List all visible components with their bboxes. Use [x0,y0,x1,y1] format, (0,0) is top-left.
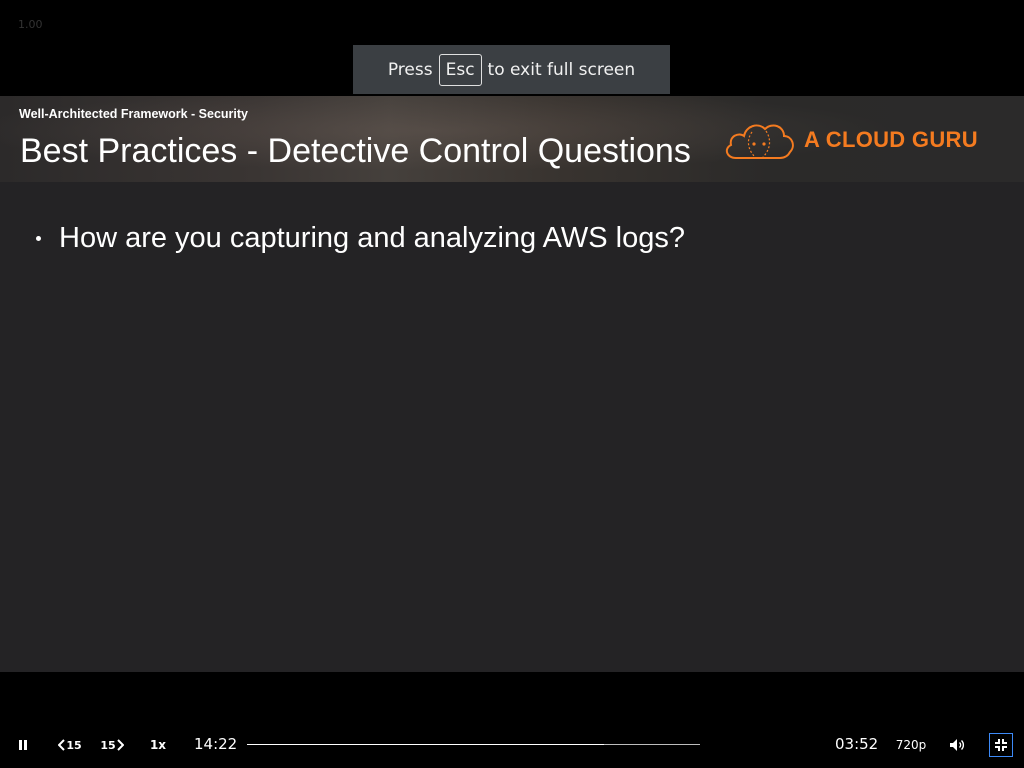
forward-15-button[interactable]: 15 [96,722,128,768]
rewind-15-icon [58,739,66,751]
forward-15-icon [116,739,124,751]
slide-bullet: How are you capturing and analyzing AWS … [36,222,685,255]
video-frame[interactable]: Well-Architected Framework - Security Be… [0,96,1024,672]
pause-button[interactable] [10,722,36,768]
speed-label: 1x [149,738,167,752]
volume-button[interactable] [944,722,970,768]
notice-text-before: Press [387,59,433,80]
slide-kicker: Well-Architected Framework - Security [19,107,249,121]
playback-speed-button[interactable]: 1x [142,722,174,768]
bullet-dot-icon [36,236,41,241]
control-bar: 15 15 1x 14:22 03:52 720p [0,722,1024,768]
forward-label: 15 [100,738,116,752]
notice-text-after: to exit full screen [487,59,636,80]
exit-fullscreen-button[interactable] [989,733,1013,757]
volume-icon [950,739,965,751]
progress-bar[interactable] [247,744,700,745]
cloud-logo-icon [725,124,794,159]
esc-key-hint: Esc [438,53,482,86]
quality-button[interactable]: 720p [892,722,930,768]
video-player: 1.00 Press Esc to exit full screen Well-… [0,0,1024,768]
slide-title: Best Practices - Detective Control Quest… [20,132,691,170]
fullscreen-exit-notice: Press Esc to exit full screen [353,45,670,94]
logo-wordmark: A CLOUD GURU [804,127,978,152]
a-cloud-guru-logo: A CLOUD GURU [722,116,978,164]
quality-label: 720p [895,738,927,752]
rewind-15-button[interactable]: 15 [54,722,86,768]
remaining-time: 03:52 [835,735,879,753]
playback-rate-readout: 1.00 [18,18,43,31]
elapsed-time: 14:22 [194,735,238,753]
bullet-text: How are you capturing and analyzing AWS … [59,222,686,254]
pause-icon [19,740,27,750]
progress-fill [247,744,604,745]
rewind-label: 15 [66,738,82,752]
exit-fullscreen-icon [995,739,1007,751]
slide-header: Well-Architected Framework - Security Be… [0,96,1024,182]
